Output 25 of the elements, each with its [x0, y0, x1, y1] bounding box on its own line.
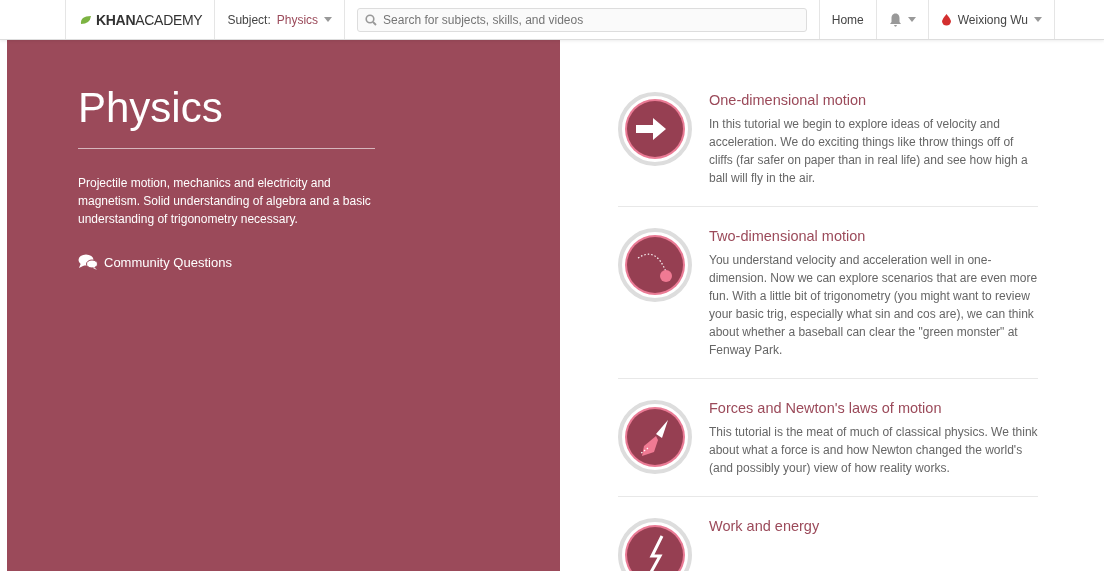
tutorial-description: In this tutorial we begin to explore ideas of velocity and acceleration. We do exciting things like throw things off of cliffs (far safer on paper than in real life) and see how high a ball will fly in the air.: [709, 116, 1029, 187]
tutorial-description: This tutorial is the meat of much of classical physics. We think about what a force is and how Newton changed the world's (and possibly your) view of how reality works.: [709, 424, 1038, 477]
tutorial-icon: [618, 92, 692, 166]
tutorial-icon: [618, 400, 692, 474]
tutorial-icon: [618, 228, 692, 302]
tutorial-title[interactable]: Work and energy: [709, 518, 820, 534]
caret-icon: [324, 17, 333, 22]
logo[interactable]: KHANACADEMY: [65, 0, 215, 39]
speech-bubbles-icon: [78, 254, 98, 270]
drop-icon: [940, 13, 952, 26]
bell-icon: [888, 12, 902, 27]
subject-description: Projectile motion, mechanics and electricity and magnetism. Solid understanding of algebra and a basic understanding of trigonometry necessary.: [78, 175, 372, 228]
tutorial-title[interactable]: One-dimensional motion: [709, 92, 1038, 108]
tutorial-title[interactable]: Two-dimensional motion: [709, 228, 1038, 244]
search-field[interactable]: Search for subjects, skills, and videos: [357, 7, 807, 32]
user-menu[interactable]: Weixiong Wu: [927, 0, 1055, 39]
tutorial-title[interactable]: Forces and Newton's laws of motion: [709, 400, 1038, 416]
caret-icon: [1034, 17, 1042, 22]
caret-icon: [907, 17, 916, 22]
community-questions-link[interactable]: Community Questions: [78, 254, 232, 270]
page-title: Physics: [78, 84, 375, 149]
leaf-icon: [80, 14, 92, 25]
tutorial-description: You understand velocity and acceleration well in one-dimension. Now we can explore scenarios that are even more fun. With a little bit of trigonometry (you might want to review your basic trig, especially what sin and cos are), we can think about whether a baseball can clear the "green monster" at Fenway Park.: [709, 252, 1038, 359]
home-link[interactable]: Home: [818, 0, 876, 39]
subject-dropdown[interactable]: Subject: Physics: [214, 0, 345, 39]
